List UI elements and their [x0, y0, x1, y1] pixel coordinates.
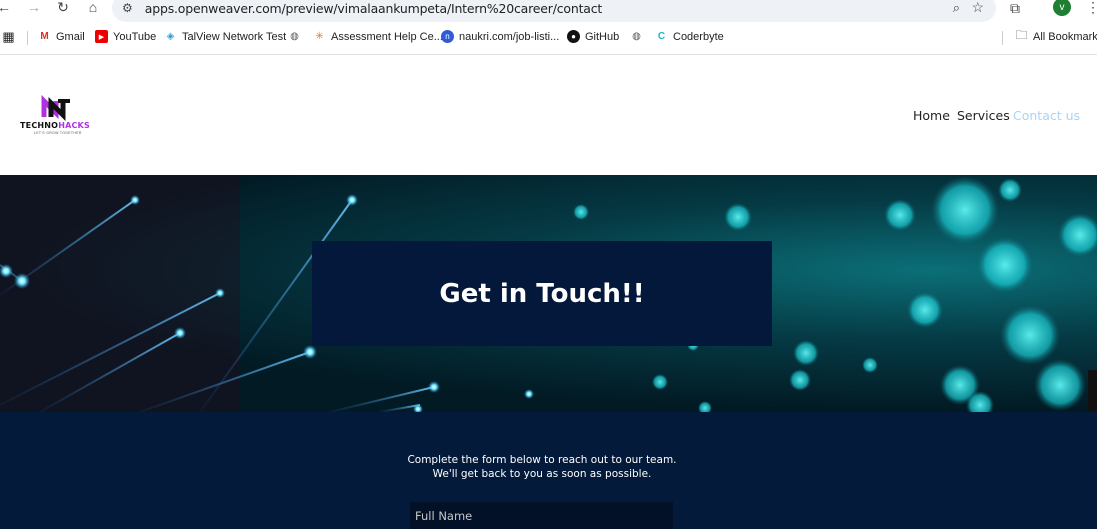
full-name-input[interactable] [410, 502, 673, 529]
bookmark-gmail[interactable]: M Gmail [38, 30, 84, 43]
menu-kebab-icon[interactable]: ⋮ [1086, 0, 1097, 16]
logo-text[interactable]: TECHNOHACKS [20, 121, 90, 130]
all-bookmarks-folder[interactable]: 🗀 All Bookmarks [1015, 28, 1097, 43]
youtube-icon: ▶ [95, 30, 108, 43]
assessment-icon: ✳ [315, 31, 324, 42]
bookmark-assessment[interactable]: ✳ Assessment Help Ce... [313, 30, 443, 43]
bookmark-globe-1[interactable]: ◍ [288, 30, 301, 43]
bookmark-github[interactable]: ● GitHub [567, 30, 619, 43]
address-bar[interactable]: ⚙ apps.openweaver.com/preview/vimalaanku… [112, 0, 996, 22]
hero-title-box: Get in Touch!! [312, 241, 772, 346]
back-arrow-icon[interactable]: ← [0, 0, 14, 17]
bookmark-talview[interactable]: ◈ TalView Network Test [164, 30, 287, 43]
nav-services-link[interactable]: Services [957, 108, 1010, 123]
naukri-icon: n [441, 30, 454, 43]
hero-title: Get in Touch!! [439, 278, 645, 309]
contact-form-section: Complete the form below to reach out to … [0, 412, 1097, 529]
nav-contact-link[interactable]: Contact us [1013, 108, 1083, 123]
bookmark-naukri[interactable]: n naukri.com/job-listi... [441, 30, 559, 43]
coderbyte-icon: C [657, 31, 666, 42]
folder-icon: 🗀 [1015, 28, 1028, 42]
nav-home-link[interactable]: Home [913, 108, 950, 123]
form-intro-text: Complete the form below to reach out to … [407, 454, 677, 480]
bookmark-globe-2[interactable]: ◍ [630, 30, 643, 43]
bookmarks-bar: ▦ M Gmail ▶ YouTube ◈ TalView Network Te… [0, 27, 1097, 49]
extensions-icon[interactable]: ⧉ [1010, 0, 1020, 17]
site-header: TECHNOHACKS LET'S GROW TOGETHER Home Ser… [0, 55, 1097, 175]
bookmark-coderbyte[interactable]: C Coderbyte [655, 30, 724, 43]
hero-banner: Get in Touch!! [0, 175, 1097, 412]
site-info-icon[interactable]: ⚙ [122, 1, 133, 15]
home-icon[interactable]: ⌂ [83, 0, 103, 17]
bookmark-star-icon[interactable]: ☆ [971, 0, 984, 16]
bookmark-youtube[interactable]: ▶ YouTube [95, 30, 156, 43]
github-icon: ● [567, 30, 580, 43]
profile-avatar[interactable]: v [1053, 0, 1071, 16]
floating-side-toolbar[interactable] [1088, 370, 1097, 412]
logo-tagline: LET'S GROW TOGETHER [34, 131, 82, 135]
forward-arrow-icon[interactable]: → [24, 0, 44, 17]
url-text[interactable]: apps.openweaver.com/preview/vimalaankump… [145, 1, 603, 16]
divider [27, 31, 28, 45]
globe-icon: ◍ [632, 31, 641, 42]
zoom-icon[interactable]: ⌕ [953, 0, 960, 16]
browser-toolbar: ← → ↻ ⌂ ⚙ apps.openweaver.com/preview/vi… [0, 0, 1097, 22]
reload-icon[interactable]: ↻ [53, 0, 73, 17]
talview-icon: ◈ [166, 31, 175, 42]
gmail-icon: M [40, 31, 49, 42]
apps-grid-icon[interactable]: ▦ [2, 29, 15, 44]
divider [1002, 31, 1003, 45]
globe-icon: ◍ [290, 31, 299, 42]
